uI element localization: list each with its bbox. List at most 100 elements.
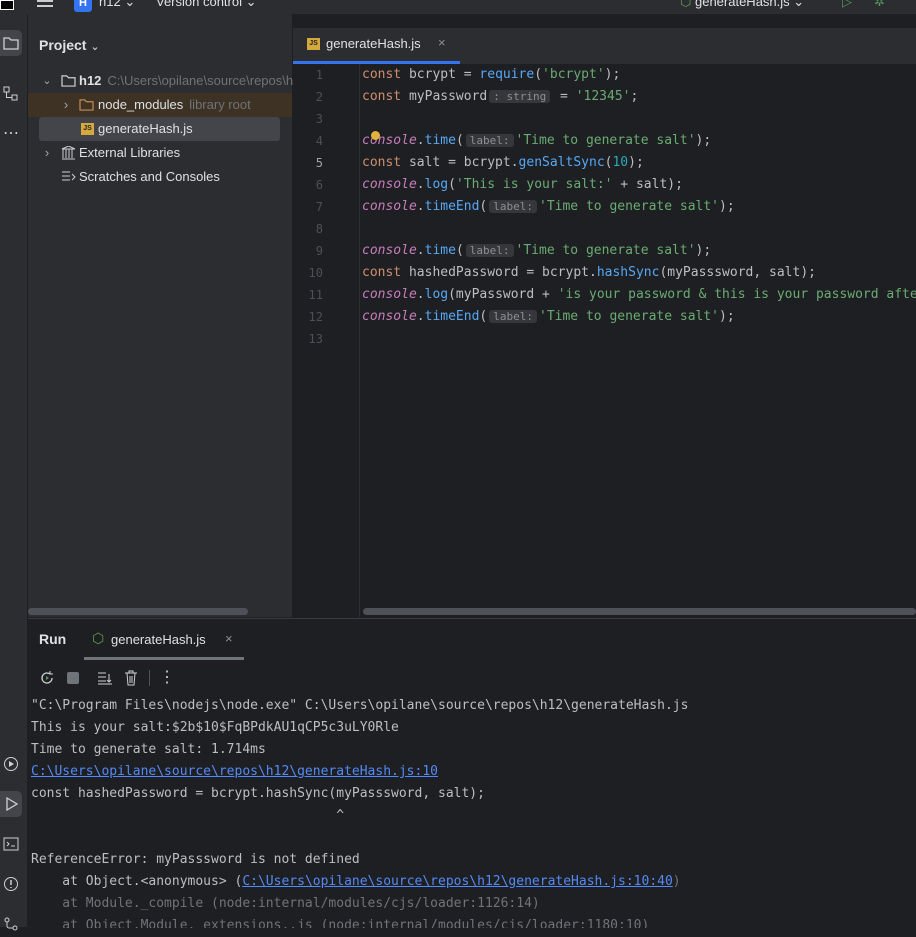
run-config-label: generateHash.js <box>694 0 790 9</box>
tab-label: generateHash.js <box>326 36 421 51</box>
more-tools-button[interactable]: ⋯ <box>0 120 22 146</box>
more-icon[interactable]: ⋮ <box>159 667 175 687</box>
vcs-tool-button[interactable] <box>0 911 22 937</box>
run-panel: Run ⬡ generateHash.js × ⋮ "C:\Program Fi… <box>28 618 916 928</box>
tab-generatehash[interactable]: JS generateHash.js × <box>293 28 460 64</box>
line-number: 13 <box>308 332 323 346</box>
run-tab-generatehash[interactable]: ⬡ generateHash.js × <box>84 623 244 660</box>
chevron-right-icon[interactable]: › <box>40 141 54 165</box>
project-panel-title[interactable]: Project ⌄ <box>39 37 100 53</box>
code-line: console.time(label: 'Time to generate sal… <box>362 133 712 148</box>
services-tool-button[interactable] <box>0 751 22 777</box>
chevron-right-icon[interactable]: › <box>59 93 73 117</box>
vcs-dropdown[interactable]: Version control ⌄ <box>156 0 257 10</box>
console-output[interactable]: "C:\Program Files\nodejs\node.exe" C:\Us… <box>28 696 916 928</box>
tree-item-scratches[interactable]: Scratches and Consoles <box>28 165 292 189</box>
close-icon[interactable]: × <box>438 35 446 50</box>
code-line: const hashedPassword = bcrypt.hashSync(m… <box>362 265 816 280</box>
stack-frame-prefix: at Object.<anonymous> ( <box>31 874 243 889</box>
nodejs-icon: ⬡ <box>680 0 692 9</box>
bulb-icon[interactable] <box>371 131 380 140</box>
code-line: console.log('This is your salt:' + salt)… <box>362 177 683 192</box>
run-panel-title: Run <box>39 631 67 647</box>
debug-icon[interactable]: ✲ <box>874 0 885 10</box>
line-number: 4 <box>315 134 323 148</box>
tree-path: C:\Users\opilane\source\repos\h12 <box>107 73 308 88</box>
project-title-label: Project <box>39 37 87 53</box>
trash-icon[interactable] <box>124 670 138 686</box>
line-number: 12 <box>308 310 323 324</box>
problems-tool-button[interactable] <box>0 871 22 897</box>
tree-label: Scratches and Consoles <box>79 169 220 184</box>
code-line: const salt = bcrypt.genSaltSync(10); <box>362 155 644 170</box>
tree-label: External Libraries <box>79 145 181 160</box>
console-stack-line: at Module._compile (node:internal/module… <box>31 896 540 911</box>
editor-tab-bar: JS generateHash.js × <box>293 28 916 64</box>
structure-tool-button[interactable] <box>0 81 22 107</box>
project-badge[interactable]: H <box>74 0 92 12</box>
line-number: 8 <box>315 222 323 236</box>
menu-icon[interactable] <box>37 0 53 8</box>
close-icon[interactable]: × <box>225 631 233 646</box>
chevron-down-icon[interactable]: ⌄ <box>40 69 54 93</box>
tree-item-h12[interactable]: ⌄ h12 C:\Users\opilane\source\repos\h12 <box>28 69 307 93</box>
project-name-label: h12 <box>99 0 121 9</box>
run-icon[interactable]: ▷ <box>842 0 852 10</box>
tree-label: generateHash.js <box>98 121 193 136</box>
run-tool-button[interactable] <box>0 791 22 817</box>
toolbar-separator <box>149 670 150 686</box>
project-horizontal-scrollbar[interactable] <box>28 608 248 615</box>
console-link[interactable]: C:\Users\opilane\source\repos\h12\genera… <box>31 764 438 779</box>
line-number: 11 <box>308 288 323 302</box>
project-tool-button[interactable] <box>0 30 22 56</box>
js-file-icon: JS <box>81 123 94 135</box>
code-line: console.log(myPassword + 'is your passwo… <box>362 287 916 302</box>
console-link[interactable]: C:\Users\opilane\source\repos\h12\genera… <box>242 874 672 889</box>
chevron-down-icon: ⌄ <box>90 41 100 53</box>
stop-icon[interactable] <box>67 672 79 684</box>
chevron-down-icon: ⌄ <box>245 0 257 9</box>
folder-icon <box>79 99 94 111</box>
line-number: 7 <box>315 200 323 214</box>
folder-icon <box>3 37 19 50</box>
scroll-to-end-icon[interactable] <box>97 670 113 686</box>
console-error-line: ReferenceError: myPasssword is not defin… <box>31 852 360 867</box>
tree-item-node-modules[interactable]: › node_modules library root <box>28 93 292 117</box>
project-name-dropdown[interactable]: h12 ⌄ <box>99 0 135 10</box>
editor-gutter: 1 2 3 4 5 6 7 8 9 10 11 12 13 <box>293 64 360 617</box>
problems-icon <box>4 877 18 891</box>
tree-sub-label: library root <box>189 97 251 112</box>
tool-window-strip: ⋯ <box>0 14 28 931</box>
line-number: 2 <box>315 90 323 104</box>
chevron-down-icon: ⌄ <box>793 0 805 9</box>
line-number: 10 <box>308 266 323 280</box>
rerun-icon[interactable] <box>39 670 55 686</box>
git-icon <box>4 917 18 931</box>
console-line: Time to generate salt: 1.714ms <box>31 742 266 757</box>
tree-item-generatehash[interactable]: JS generateHash.js <box>39 117 280 141</box>
terminal-tool-button[interactable] <box>0 831 22 857</box>
nodejs-icon: ⬡ <box>92 630 105 646</box>
console-line: "C:\Program Files\nodejs\node.exe" C:\Us… <box>31 698 689 713</box>
run-config-dropdown[interactable]: ⬡ generateHash.js ⌄ <box>680 0 804 10</box>
structure-icon <box>3 86 18 101</box>
console-line: const hashedPassword = bcrypt.hashSync(m… <box>31 786 485 801</box>
console-caret-line: ^ <box>31 808 345 823</box>
scratches-icon <box>62 171 76 181</box>
editor-horizontal-scrollbar[interactable] <box>363 608 916 615</box>
code-line: console.timeEnd(label: 'Time to generate … <box>362 199 735 214</box>
code-editor[interactable]: const bcrypt = require('bcrypt'); const … <box>360 64 916 617</box>
services-icon <box>4 757 18 771</box>
app-logo-icon <box>0 0 14 10</box>
stack-frame-suffix: ) <box>672 874 681 889</box>
js-file-icon: JS <box>307 38 320 50</box>
line-number: 6 <box>315 178 323 192</box>
line-number: 3 <box>315 112 323 126</box>
console-line: This is your salt:$2b$10$FqBPdkAU1qCP5c3… <box>31 720 399 735</box>
terminal-icon <box>3 837 19 851</box>
run-tab-label: generateHash.js <box>111 632 206 647</box>
folder-icon <box>61 75 76 87</box>
line-number-current: 5 <box>315 156 323 170</box>
tree-item-external-libraries[interactable]: › External Libraries <box>28 141 292 165</box>
code-line: const bcrypt = require('bcrypt'); <box>362 67 621 82</box>
